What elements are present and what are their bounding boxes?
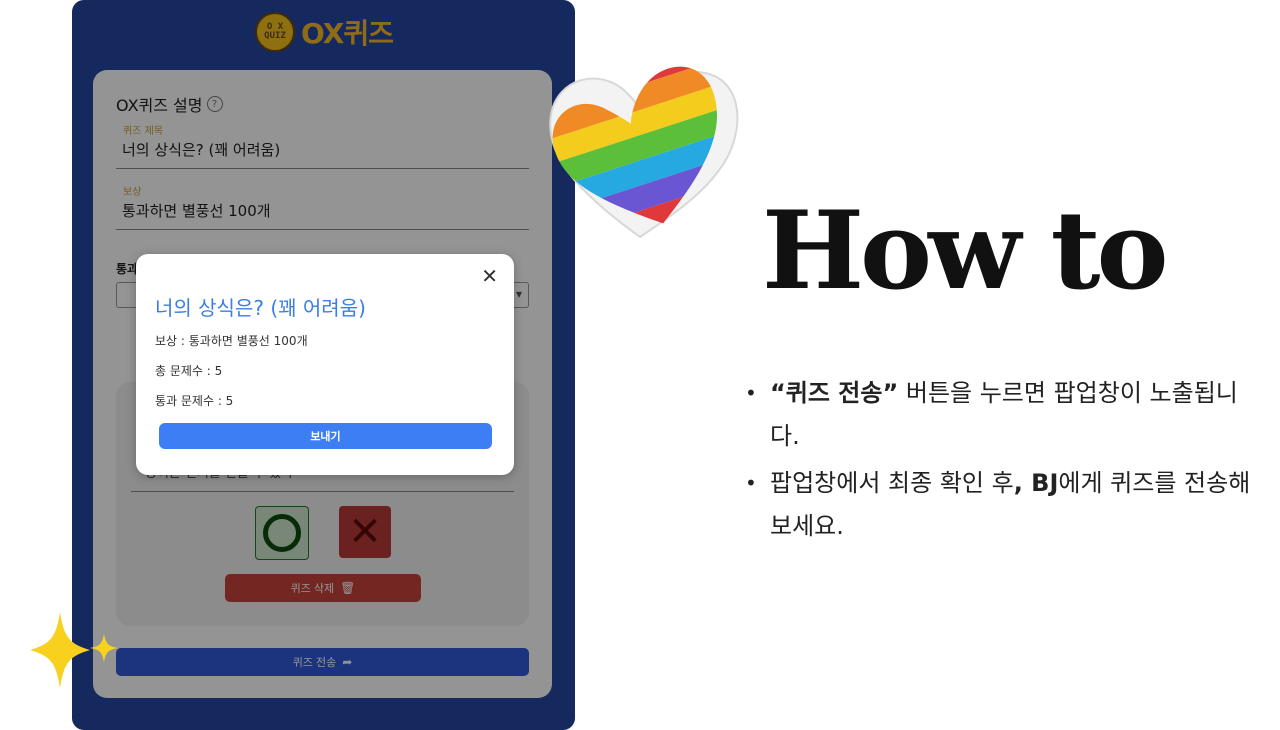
confirm-modal: ✕ 너의 상식은? (꽤 어려움) 보상 : 통과하면 별풍선 100개 총 문…: [136, 254, 514, 475]
close-icon[interactable]: ✕: [481, 264, 498, 288]
howto-bullets: “퀴즈 전송” 버튼을 누르면 팝업창이 노출됩니다. 팝업창에서 최종 확인 …: [745, 372, 1265, 552]
howto-title: How to: [762, 188, 1169, 314]
bullet-item-2: 팝업창에서 최종 확인 후, BJ에게 퀴즈를 전송해보세요.: [745, 462, 1265, 548]
modal-pass-count: 통과 문제수 : 5: [155, 394, 234, 408]
modal-title: 너의 상식은? (꽤 어려움): [155, 296, 366, 320]
modal-send-button[interactable]: 보내기: [159, 423, 492, 449]
bullet2-bold: , BJ: [1013, 469, 1059, 497]
modal-reward: 보상 : 통과하면 별풍선 100개: [155, 334, 308, 348]
bullet1-bold: “퀴즈 전송”: [770, 379, 899, 407]
sparkle-icon: [30, 612, 118, 688]
bullet2-text-a: 팝업창에서 최종 확인 후: [770, 469, 1014, 497]
bullet-item-1: “퀴즈 전송” 버튼을 누르면 팝업창이 노출됩니다.: [745, 372, 1265, 458]
rainbow-heart-icon: [541, 62, 740, 242]
modal-total-count: 총 문제수 : 5: [155, 364, 223, 378]
